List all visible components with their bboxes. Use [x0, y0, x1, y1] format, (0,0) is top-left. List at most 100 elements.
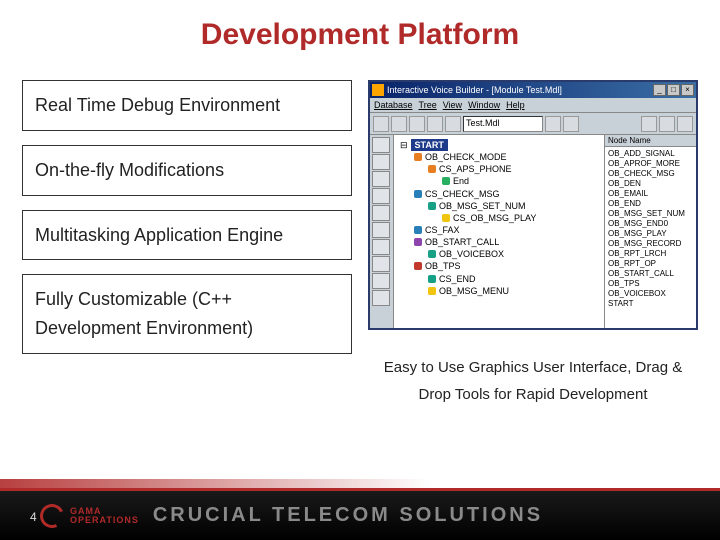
node-label: CS_CHECK_MSG [425, 188, 500, 200]
list-item[interactable]: OB_TPS [608, 279, 693, 289]
list-item[interactable]: OB_DEN [608, 179, 693, 189]
node-label: CS_END [439, 273, 476, 285]
page-number: 4 [30, 510, 37, 524]
toolbar-button[interactable] [427, 116, 443, 132]
list-item[interactable]: OB_ADD_SIGNAL [608, 149, 693, 159]
list-item[interactable]: OB_APROF_MORE [608, 159, 693, 169]
tree-node[interactable]: CS_APS_PHONE [400, 163, 602, 175]
menu-item[interactable]: Help [506, 100, 525, 110]
menu-item[interactable]: View [443, 100, 462, 110]
tree-node[interactable]: OB_START_CALL [400, 236, 602, 248]
app-icon [372, 84, 384, 96]
feature-box: Fully Customizable (C++ Development Envi… [22, 274, 352, 354]
list-item[interactable]: OB_END [608, 199, 693, 209]
right-column: Interactive Voice Builder - [Module Test… [368, 80, 698, 414]
palette-icon[interactable] [372, 171, 390, 187]
tree-node[interactable]: OB_CHECK_MODE [400, 151, 602, 163]
list-item[interactable]: OB_RPT_LRCH [608, 249, 693, 259]
toolbar-button[interactable] [545, 116, 561, 132]
node-icon [428, 165, 436, 173]
feature-box: Real Time Debug Environment [22, 80, 352, 131]
node-label: OB_MSG_MENU [439, 285, 509, 297]
toolbar-button[interactable] [659, 116, 675, 132]
app-body: ⊟ START OB_CHECK_MODECS_APS_PHONEEndCS_C… [370, 135, 696, 328]
list-item[interactable]: OB_MSG_PLAY [608, 229, 693, 239]
footer-bar: 4 GAMAOPERATIONS CRUCIAL TELECOM SOLUTIO… [0, 488, 720, 540]
maximize-button[interactable]: □ [667, 84, 680, 96]
node-icon [428, 287, 436, 295]
toolbar-button[interactable] [641, 116, 657, 132]
toolbar-button[interactable] [445, 116, 461, 132]
content-area: Real Time Debug Environment On-the-fly M… [0, 80, 720, 414]
tree-node[interactable]: OB_TPS [400, 260, 602, 272]
node-icon [442, 177, 450, 185]
toolbar-button[interactable] [391, 116, 407, 132]
list-item[interactable]: OB_MSG_SET_NUM [608, 209, 693, 219]
tree-node[interactable]: End [400, 175, 602, 187]
palette-icon[interactable] [372, 205, 390, 221]
toolbar-button[interactable] [373, 116, 389, 132]
slide-title: Development Platform [0, 0, 720, 80]
list-body[interactable]: OB_ADD_SIGNALOB_APROF_MOREOB_CHECK_MSGOB… [605, 147, 696, 311]
menubar: Database Tree View Window Help [370, 98, 696, 113]
list-header[interactable]: Node Name [605, 135, 696, 147]
tree-node[interactable]: CS_CHECK_MSG [400, 188, 602, 200]
list-item[interactable]: OB_RPT_OP [608, 259, 693, 269]
node-label: CS_OB_MSG_PLAY [453, 212, 536, 224]
list-item[interactable]: START [608, 299, 693, 309]
palette-icon[interactable] [372, 188, 390, 204]
tree-expand-icon[interactable]: ⊟ [400, 139, 408, 151]
feature-box: On-the-fly Modifications [22, 145, 352, 196]
features-column: Real Time Debug Environment On-the-fly M… [22, 80, 352, 414]
feature-box: Multitasking Application Engine [22, 210, 352, 261]
palette-icon[interactable] [372, 290, 390, 306]
list-item[interactable]: OB_MSG_END0 [608, 219, 693, 229]
node-list-panel: Node Name OB_ADD_SIGNALOB_APROF_MOREOB_C… [604, 135, 696, 328]
toolbar-button[interactable] [563, 116, 579, 132]
palette-icon[interactable] [372, 154, 390, 170]
menu-item[interactable]: Tree [419, 100, 437, 110]
logo-mark-icon [37, 500, 68, 531]
node-icon [428, 275, 436, 283]
tree-node[interactable]: CS_FAX [400, 224, 602, 236]
palette-icon[interactable] [372, 222, 390, 238]
node-label: CS_FAX [425, 224, 460, 236]
tree-node[interactable]: CS_END [400, 273, 602, 285]
tree-node[interactable]: CS_OB_MSG_PLAY [400, 212, 602, 224]
toolbar-button[interactable] [409, 116, 425, 132]
app-title: Interactive Voice Builder - [Module Test… [387, 85, 562, 95]
palette-icon[interactable] [372, 256, 390, 272]
node-icon [414, 153, 422, 161]
node-icon [442, 214, 450, 222]
close-button[interactable]: × [681, 84, 694, 96]
list-item[interactable]: OB_VOICEBOX [608, 289, 693, 299]
screenshot-caption: Easy to Use Graphics User Interface, Dra… [368, 348, 698, 414]
node-icon [414, 190, 422, 198]
menu-item[interactable]: Database [374, 100, 413, 110]
node-icon [414, 262, 422, 270]
node-label: CS_APS_PHONE [439, 163, 512, 175]
tool-palette [370, 135, 394, 328]
footer-tagline: CRUCIAL TELECOM SOLUTIONS [139, 504, 708, 527]
list-item[interactable]: OB_EMAIL [608, 189, 693, 199]
tree-root[interactable]: START [411, 139, 448, 151]
minimize-button[interactable]: _ [653, 84, 666, 96]
menu-item[interactable]: Window [468, 100, 500, 110]
help-icon[interactable] [677, 116, 693, 132]
node-icon [428, 202, 436, 210]
tree-node[interactable]: OB_MSG_MENU [400, 285, 602, 297]
list-item[interactable]: OB_MSG_RECORD [608, 239, 693, 249]
tree-node[interactable]: OB_MSG_SET_NUM [400, 200, 602, 212]
tree-node[interactable]: OB_VOICEBOX [400, 248, 602, 260]
node-label: OB_CHECK_MODE [425, 151, 507, 163]
filename-field[interactable]: Test.Mdl [463, 116, 543, 132]
palette-icon[interactable] [372, 273, 390, 289]
list-item[interactable]: OB_START_CALL [608, 269, 693, 279]
list-item[interactable]: OB_CHECK_MSG [608, 169, 693, 179]
node-label: End [453, 175, 469, 187]
palette-icon[interactable] [372, 137, 390, 153]
node-label: OB_VOICEBOX [439, 248, 504, 260]
toolbar: Test.Mdl [370, 113, 696, 135]
palette-icon[interactable] [372, 239, 390, 255]
tree-view[interactable]: ⊟ START OB_CHECK_MODECS_APS_PHONEEndCS_C… [394, 135, 604, 328]
